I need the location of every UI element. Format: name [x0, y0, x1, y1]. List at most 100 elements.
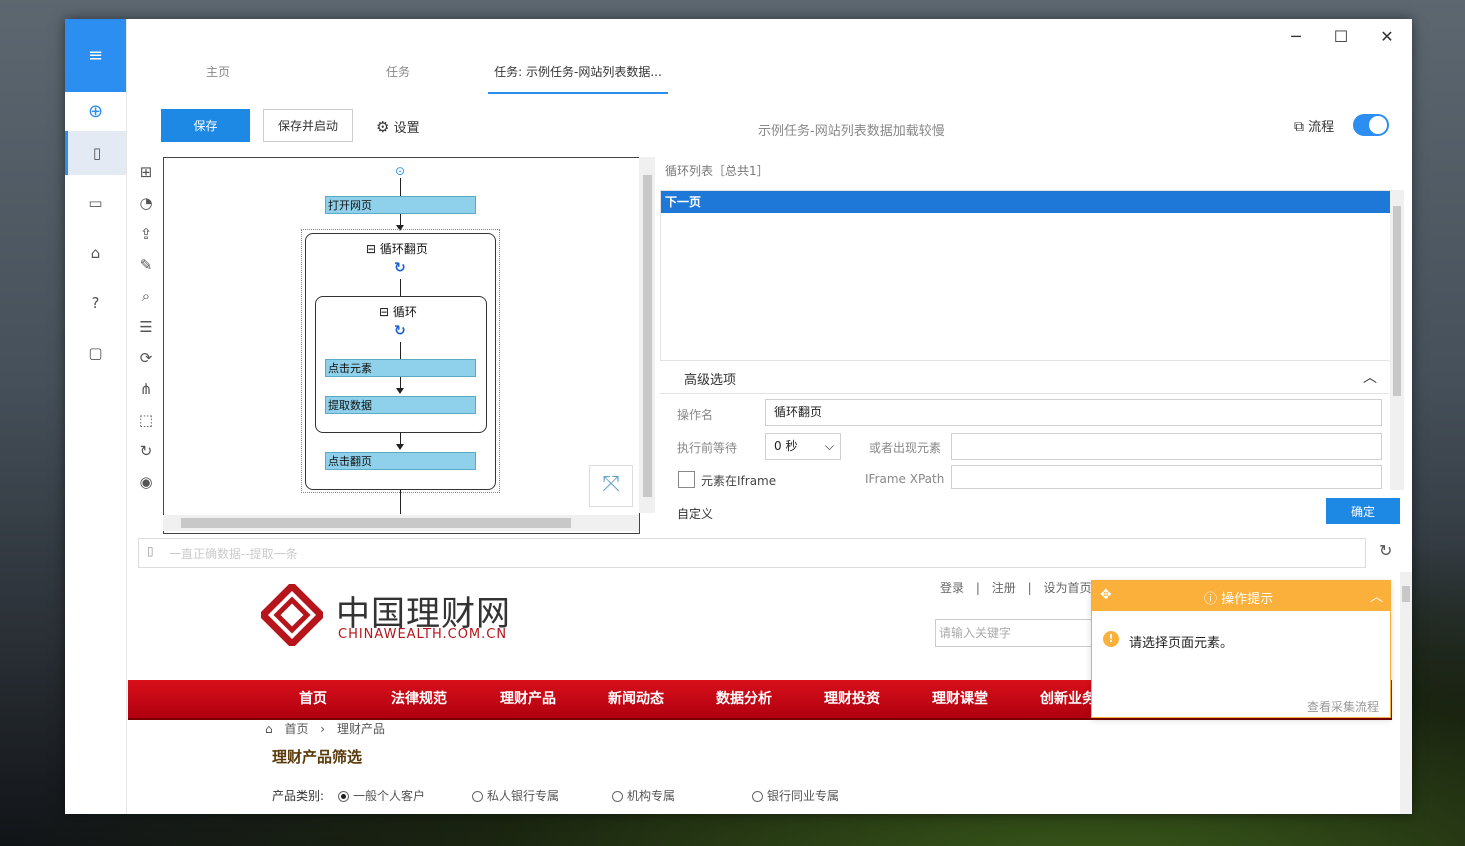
node-loop-page-title: ⊟ 循环翻页 — [366, 242, 428, 256]
stop-tool-icon[interactable]: ◉ — [134, 470, 158, 494]
refresh-tool-icon[interactable]: ↻ — [134, 439, 158, 463]
section-title: 理财产品筛选 — [272, 748, 363, 766]
radio[interactable] — [752, 791, 763, 802]
set-homepage-link[interactable]: 设为首页 — [1043, 581, 1091, 595]
panel-vertical-scrollbar[interactable] — [1390, 190, 1404, 490]
nav-item-products[interactable]: 理财产品 — [500, 680, 556, 718]
menu-icon[interactable]: ≡ — [65, 19, 126, 92]
select-tool-icon[interactable]: ⬚ — [134, 408, 158, 432]
document-icon[interactable]: ▯ — [65, 131, 126, 175]
op-name-label: 操作名 — [677, 408, 714, 422]
flow-tool-column: ⊞ ◔ ⇪ ✎ ⌕ ☰ ⟳ ⋔ ⬚ ↻ ◉ — [129, 157, 163, 534]
custom-label[interactable]: 自定义 — [677, 505, 713, 522]
filter-option-label: 银行同业专属 — [767, 789, 840, 803]
refresh-icon[interactable]: ↻ — [1379, 541, 1392, 560]
nav-item-home[interactable]: 首页 — [299, 680, 327, 718]
left-rail: ≡ ⊕ ▯ ▭ ⌂ ? ▢ — [65, 19, 127, 814]
nav-item-class[interactable]: 理财课堂 — [932, 680, 988, 718]
nav-item-innovation[interactable]: 创新业务 — [1040, 680, 1096, 718]
filter-option[interactable]: 银行同业专属 — [752, 787, 839, 804]
briefcase-icon[interactable]: ▭ — [65, 181, 126, 225]
scroll-thumb[interactable] — [643, 175, 652, 497]
tab-tasks[interactable]: 任务 — [355, 63, 441, 92]
loop-list-header: 循环列表［总共1］ — [665, 164, 769, 178]
wait-select[interactable]: 0 秒 ⌵ — [765, 433, 841, 460]
canvas-horizontal-scrollbar[interactable] — [163, 515, 639, 531]
loop-page-label: 循环翻页 — [379, 242, 428, 256]
filter-option[interactable]: 私人银行专属 — [472, 787, 559, 804]
loop-icon: ↻ — [394, 323, 406, 339]
open-page-tool-icon[interactable]: ⊞ — [134, 160, 158, 184]
breadcrumb-home[interactable]: 首页 — [284, 722, 308, 736]
save-button[interactable]: 保存 — [161, 109, 250, 142]
url-text[interactable]: 一直正确数据--提取一条 — [169, 545, 298, 562]
branch-tool-icon[interactable]: ⋔ — [134, 377, 158, 401]
or-element-input[interactable] — [951, 433, 1382, 460]
save-and-start-button[interactable]: 保存并启动 — [263, 109, 353, 142]
fit-view-icon[interactable]: ⤧ — [589, 465, 633, 507]
maximize-button[interactable]: ☐ — [1326, 27, 1356, 47]
nav-item-law[interactable]: 法律规范 — [391, 680, 447, 718]
filter-option[interactable]: 机构专属 — [612, 787, 675, 804]
canvas-vertical-scrollbar[interactable] — [639, 157, 655, 513]
chat-icon[interactable]: ▢ — [65, 331, 126, 375]
nav-item-news[interactable]: 新闻动态 — [608, 680, 664, 718]
view-flow-link[interactable]: 查看采集流程 — [1307, 698, 1379, 715]
breadcrumb-current: 理财产品 — [336, 722, 385, 736]
collapse-icon[interactable]: ︿ — [1370, 586, 1383, 605]
radio-selected[interactable] — [338, 791, 349, 802]
list-item[interactable]: 下一页 — [661, 191, 1390, 213]
loop-tool-icon[interactable]: ⟳ — [134, 346, 158, 370]
close-button[interactable]: ✕ — [1372, 27, 1402, 47]
lock-icon[interactable]: ⌂ — [65, 231, 126, 275]
advanced-options-header[interactable]: 高级选项 ︿ — [660, 360, 1389, 394]
scroll-thumb[interactable] — [181, 518, 571, 528]
move-icon[interactable]: ✥ — [1100, 587, 1112, 603]
nav-item-invest[interactable]: 理财投资 — [824, 680, 880, 718]
iframe-xpath-input[interactable] — [951, 465, 1382, 489]
divider: | — [1027, 581, 1032, 595]
node-open-page[interactable]: 打开网页 — [325, 196, 476, 214]
toggle-knob — [1369, 116, 1387, 134]
node-click-element[interactable]: 点击元素 — [325, 359, 476, 377]
iframe-checkbox[interactable] — [678, 471, 695, 488]
edit-tool-icon[interactable]: ✎ — [134, 253, 158, 277]
click-tool-icon[interactable]: ◔ — [134, 191, 158, 215]
scroll-thumb[interactable] — [1393, 206, 1401, 396]
filter-option-label: 一般个人客户 — [353, 789, 426, 803]
tab-home[interactable]: 主页 — [175, 63, 261, 92]
scroll-thumb[interactable] — [1402, 586, 1410, 602]
node-click-next[interactable]: 点击翻页 — [325, 452, 476, 470]
collapse-icon[interactable]: ︿ — [1363, 367, 1377, 387]
wait-value: 0 秒 — [774, 439, 798, 453]
nav-item-data[interactable]: 数据分析 — [716, 680, 772, 718]
op-name-input[interactable]: 循环翻页 — [765, 399, 1382, 426]
register-link[interactable]: 注册 — [992, 581, 1016, 595]
flow-canvas[interactable]: ⊙ 打开网页 ⊟ 循环翻页 ↻ ⊟ 循环 ↻ 点击元素 提取数据 点击翻页 ⤧ — [163, 157, 640, 534]
list-tool-icon[interactable]: ☰ — [134, 315, 158, 339]
settings-label: 设置 — [393, 121, 420, 136]
flowchart-icon: ⧉ — [1294, 119, 1304, 135]
tip-popup-header[interactable]: ✥ ⓘ 操作提示 ︿ — [1092, 581, 1390, 611]
radio[interactable] — [612, 791, 623, 802]
confirm-button[interactable]: 确定 — [1326, 498, 1400, 524]
filter-option[interactable]: 一般个人客户 — [338, 787, 425, 804]
login-link[interactable]: 登录 — [940, 581, 964, 595]
breadcrumb: ⌂ 首页 › 理财产品 — [265, 720, 385, 737]
settings-button[interactable]: ⚙ 设置 — [376, 117, 420, 136]
flow-label-group: ⧉ 流程 — [1294, 116, 1334, 135]
tip-title: 操作提示 — [1221, 592, 1274, 607]
radio[interactable] — [472, 791, 483, 802]
web-vertical-scrollbar[interactable] — [1400, 572, 1412, 814]
flow-toggle[interactable] — [1353, 114, 1389, 136]
export-tool-icon[interactable]: ⇪ — [134, 222, 158, 246]
tab-current-task[interactable]: 任务: 示例任务-网站列表数据... — [488, 63, 668, 94]
add-icon[interactable]: ⊕ — [65, 89, 126, 133]
url-bar[interactable]: ▯ 一直正确数据--提取一条 — [138, 538, 1366, 568]
node-extract-data[interactable]: 提取数据 — [325, 396, 476, 414]
extract-tool-icon[interactable]: ⌕ — [134, 284, 158, 308]
site-search-input[interactable]: 请输入关键字 — [935, 619, 1095, 647]
help-icon[interactable]: ? — [65, 281, 126, 325]
task-title: 示例任务-网站列表数据加载较慢 — [758, 124, 945, 139]
minimize-button[interactable]: ─ — [1281, 27, 1311, 47]
